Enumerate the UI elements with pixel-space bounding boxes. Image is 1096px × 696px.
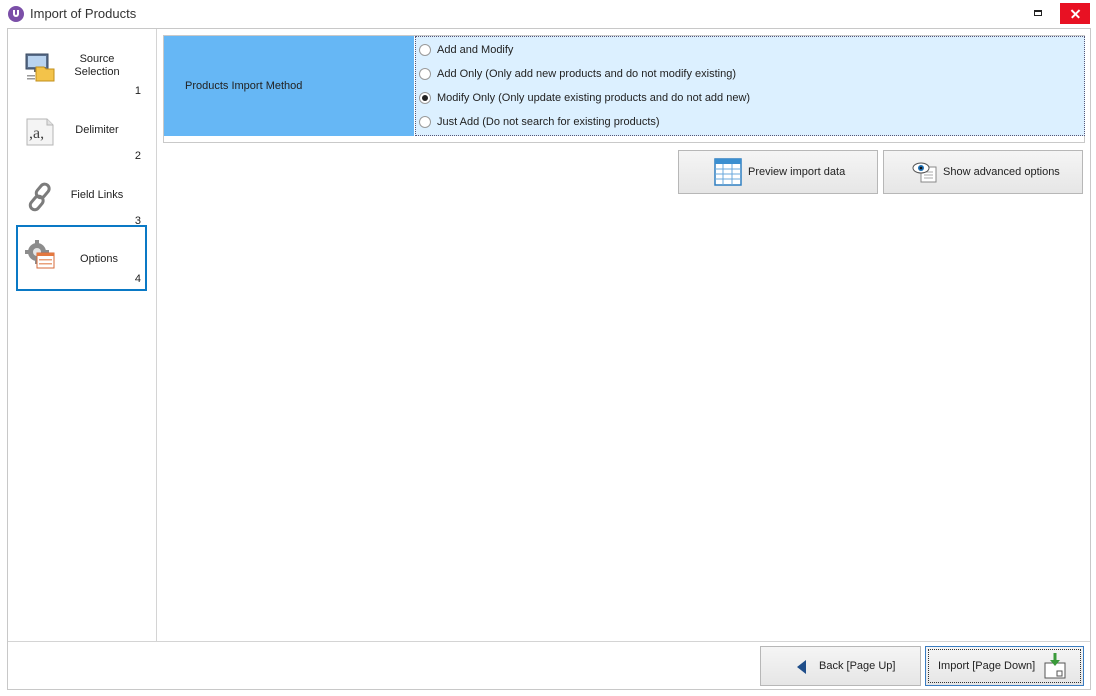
maximize-icon	[1034, 10, 1042, 16]
import-method-group: Products Import Method Add and Modify Ad…	[163, 35, 1085, 143]
import-button[interactable]: Import [Page Down]	[925, 646, 1084, 686]
back-button[interactable]: Back [Page Up]	[760, 646, 921, 686]
import-method-label-cell: Products Import Method	[164, 36, 414, 136]
svg-text:,a,: ,a,	[29, 125, 44, 142]
source-selection-icon	[25, 53, 55, 82]
preview-button-label: Preview import data	[748, 166, 846, 178]
step-source-selection[interactable]: Source Selection 1	[16, 37, 147, 103]
radio-button[interactable]	[419, 44, 431, 56]
close-button[interactable]	[1060, 3, 1090, 24]
step-field-links[interactable]: Field Links 3	[16, 167, 147, 233]
import-method-radio-group: Add and Modify Add Only (Only add new pr…	[415, 36, 1085, 136]
step-label: Source Selection	[74, 53, 120, 78]
step-label: Field Links	[70, 189, 124, 201]
options-panel: Products Import Method Add and Modify Ad…	[163, 35, 1085, 635]
back-arrow-icon	[797, 660, 806, 674]
title-bar: Import of Products	[0, 0, 1096, 28]
step-label: Delimiter	[75, 124, 119, 136]
step-options[interactable]: Options 4	[16, 225, 147, 291]
wizard-steps-sidebar: Source Selection 1 ,a, Delimiter 2 Field…	[8, 29, 157, 641]
advanced-button-label: Show advanced options	[943, 166, 1060, 178]
wizard-footer: Back [Page Up] Import [Page Down]	[8, 641, 1090, 689]
radio-button-selected[interactable]	[419, 92, 431, 104]
maximize-button[interactable]	[1028, 5, 1048, 23]
eye-document-icon	[912, 162, 937, 183]
delimiter-icon: ,a,	[26, 118, 54, 146]
step-number: 1	[134, 85, 141, 97]
radio-button[interactable]	[419, 116, 431, 128]
wizard-frame: Source Selection 1 ,a, Delimiter 2 Field…	[7, 28, 1091, 690]
radio-label: Add and Modify	[437, 44, 514, 56]
step-delimiter[interactable]: ,a, Delimiter 2	[16, 102, 147, 168]
link-icon	[28, 182, 51, 212]
options-icon	[25, 240, 55, 269]
radio-label: Just Add (Do not search for existing pro…	[437, 116, 660, 128]
show-advanced-options-button[interactable]: Show advanced options	[883, 150, 1083, 194]
preview-import-data-button[interactable]: Preview import data	[678, 150, 878, 194]
import-download-icon	[1044, 653, 1066, 679]
table-grid-icon	[714, 158, 742, 186]
import-method-label: Products Import Method	[185, 80, 303, 92]
radio-label: Add Only (Only add new products and do n…	[437, 68, 736, 80]
radio-label: Modify Only (Only update existing produc…	[437, 92, 751, 104]
radio-button[interactable]	[419, 68, 431, 80]
window-title: Import of Products	[30, 6, 137, 21]
step-label: Options	[80, 253, 118, 265]
app-logo-icon	[8, 6, 24, 22]
import-button-label: Import [Page Down]	[938, 660, 1036, 672]
step-number: 2	[134, 150, 141, 162]
back-button-label: Back [Page Up]	[819, 660, 896, 672]
step-number: 4	[134, 273, 141, 285]
